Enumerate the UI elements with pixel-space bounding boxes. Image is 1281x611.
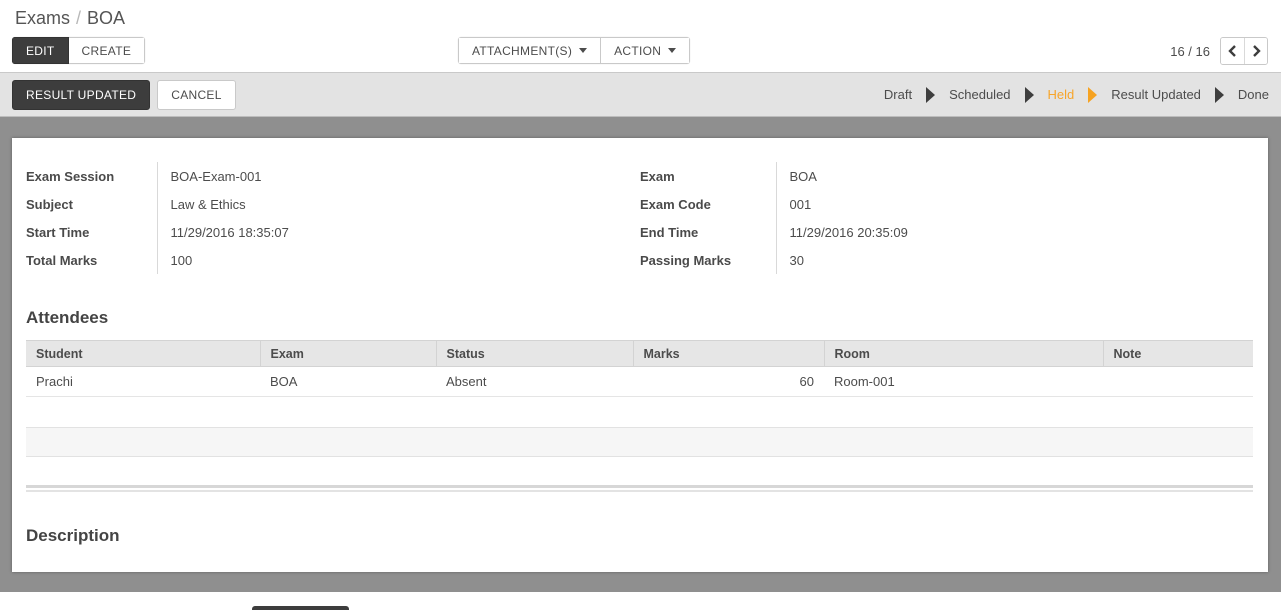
chatter-area (0, 592, 1281, 610)
attachments-action-group: ATTACHMENT(S) ACTION (458, 37, 691, 64)
cell-exam: BOA (260, 366, 436, 397)
control-panel: Exams / BOA EDIT CREATE ATTACHMENT(S) ACTI… (0, 0, 1281, 72)
form-view-background: Exam Session BOA-Exam-001 Subject Law & … (0, 117, 1281, 610)
field-groups: Exam Session BOA-Exam-001 Subject Law & … (26, 162, 1254, 274)
list-end-divider (26, 485, 1253, 488)
empty-list-row-striped (26, 427, 1253, 457)
field-label-passing-marks: Passing Marks (640, 252, 732, 268)
breadcrumb-current: BOA (87, 8, 126, 28)
column-header-exam[interactable]: Exam (260, 340, 437, 367)
field-label-end-time: End Time (640, 224, 699, 240)
result-updated-button[interactable]: RESULT UPDATED (12, 79, 151, 110)
stage-scheduled[interactable]: Scheduled (949, 87, 1010, 102)
attendees-table: Student Exam Status Marks Room Note Prac… (26, 340, 1253, 397)
field-value-subject: Law & Ethics (156, 190, 640, 218)
cell-room: Room-001 (824, 366, 1103, 397)
cell-status: Absent (436, 366, 633, 397)
attendees-header-row: Student Exam Status Marks Room Note (26, 340, 1253, 367)
field-label-total-marks: Total Marks (26, 252, 98, 268)
caret-down-icon (579, 48, 588, 53)
description-section-title: Description (26, 526, 120, 545)
edit-button[interactable]: EDIT (12, 37, 69, 64)
list-end-divider (26, 490, 1253, 492)
statusbar-buttons: RESULT UPDATED CANCEL (12, 79, 236, 110)
column-header-student[interactable]: Student (26, 340, 261, 367)
action-label: ACTION (614, 43, 662, 58)
chevron-right-icon (1252, 45, 1261, 57)
status-pipeline: Draft Scheduled Held Result Updated Done (884, 73, 1269, 116)
breadcrumb-separator: / (76, 8, 82, 28)
pager-buttons (1220, 37, 1268, 65)
partial-bottom-button[interactable] (252, 606, 349, 610)
form-sheet: Exam Session BOA-Exam-001 Subject Law & … (12, 138, 1268, 572)
field-label-exam-code: Exam Code (640, 196, 711, 212)
column-header-room[interactable]: Room (824, 340, 1104, 367)
field-label-exam: Exam (640, 168, 675, 184)
stage-draft[interactable]: Draft (884, 87, 912, 102)
cancel-button[interactable]: CANCEL (157, 79, 236, 110)
column-header-status[interactable]: Status (436, 340, 634, 367)
pager-next-button[interactable] (1244, 38, 1267, 64)
field-value-passing-marks: 30 (775, 246, 1254, 274)
pager-count: 16 / 16 (1170, 43, 1210, 59)
stage-arrow-icon-active (1088, 86, 1098, 103)
caret-down-icon (668, 48, 677, 53)
attendees-section-title: Attendees (26, 308, 109, 327)
edit-create-group: EDIT CREATE (12, 37, 146, 64)
attachments-dropdown[interactable]: ATTACHMENT(S) (458, 37, 602, 64)
column-header-note[interactable]: Note (1103, 340, 1253, 367)
action-dropdown[interactable]: ACTION (601, 37, 691, 64)
empty-list-row (26, 397, 1253, 427)
create-button[interactable]: CREATE (68, 37, 146, 64)
stage-done[interactable]: Done (1238, 87, 1269, 102)
attachments-label: ATTACHMENT(S) (472, 43, 573, 58)
stage-arrow-icon (1214, 86, 1224, 103)
cell-student: Prachi (26, 366, 260, 397)
field-value-total-marks: 100 (156, 246, 640, 274)
field-group-right: Exam BOA Exam Code 001 End Time 11/29/20… (640, 162, 1254, 274)
field-group-left: Exam Session BOA-Exam-001 Subject Law & … (26, 162, 640, 274)
attendee-row[interactable]: Prachi BOA Absent 60 Room-001 (26, 366, 1253, 397)
field-value-exam-code: 001 (775, 190, 1254, 218)
stage-arrow-icon (1024, 86, 1034, 103)
stage-held-active[interactable]: Held (1048, 87, 1075, 102)
cell-note (1103, 366, 1253, 397)
field-value-end-time: 11/29/2016 20:35:09 (775, 218, 1254, 246)
breadcrumb-exams-link[interactable]: Exams (15, 8, 70, 28)
field-value-exam-session: BOA-Exam-001 (156, 162, 640, 190)
pager-previous-button[interactable] (1221, 38, 1244, 64)
breadcrumb: Exams / BOA (15, 8, 125, 29)
stage-result-updated[interactable]: Result Updated (1111, 87, 1201, 102)
chevron-left-icon (1228, 45, 1236, 57)
field-value-exam: BOA (775, 162, 1254, 190)
column-header-marks[interactable]: Marks (633, 340, 825, 367)
pager: 16 / 16 (1170, 37, 1268, 65)
stage-arrow-icon (926, 86, 936, 103)
field-value-start-time: 11/29/2016 18:35:07 (156, 218, 640, 246)
field-label-start-time: Start Time (26, 224, 90, 240)
field-label-exam-session: Exam Session (26, 168, 115, 184)
cell-marks: 60 (633, 366, 824, 397)
field-label-subject: Subject (26, 196, 73, 212)
statusbar: RESULT UPDATED CANCEL Draft Scheduled He… (0, 72, 1281, 117)
